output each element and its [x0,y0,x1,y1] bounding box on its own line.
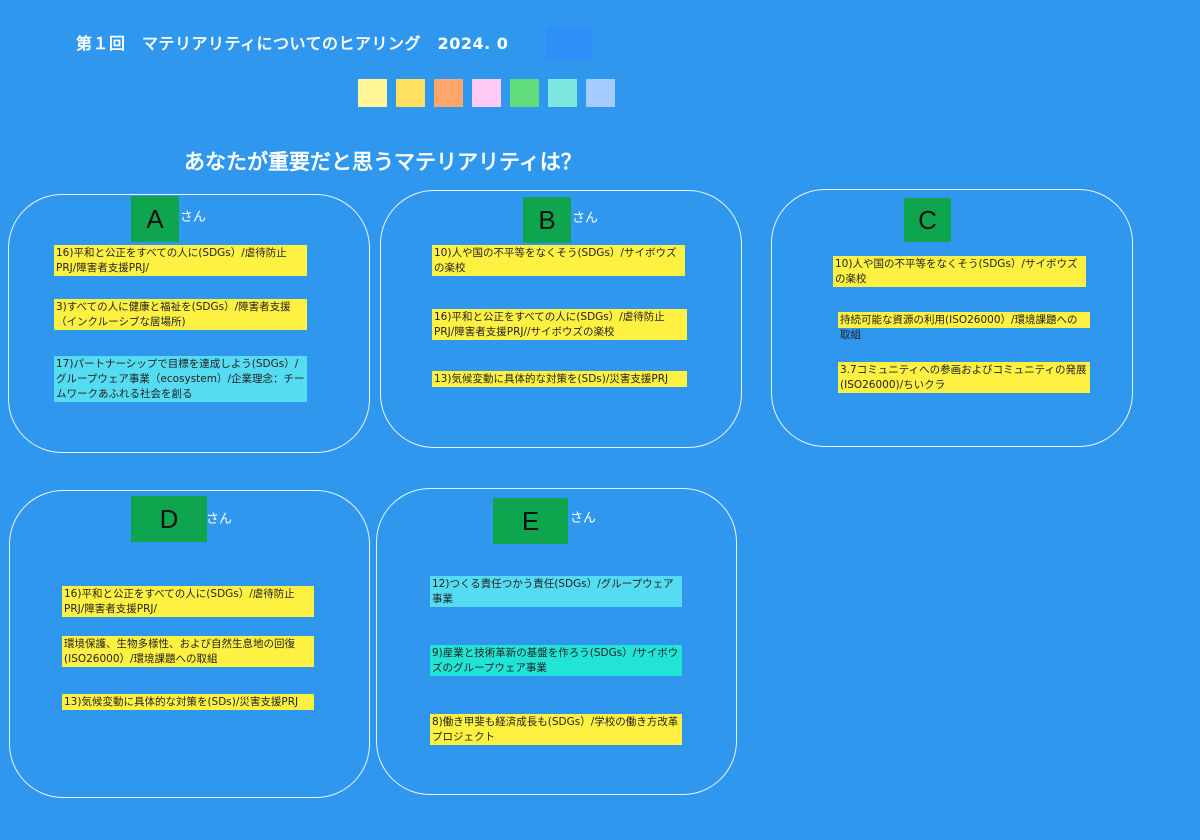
color-swatch-row [358,79,615,107]
swatch-light-blue[interactable] [586,79,615,107]
sticky-note-c-2[interactable]: 持続可能な資源の利用(ISO26000）/環境課題への取組 [838,312,1090,341]
sticky-note-c-1[interactable]: 10)人や国の不平等をなくそう(SDGs）/サイボウズの楽校 [833,256,1086,287]
san-label-d: さん [206,512,233,527]
san-label-a: さん [180,210,207,225]
sticky-note-a-3[interactable]: 17)パートナーシップで目標を達成しよう(SDGs）/グループウェア事業（eco… [54,356,307,402]
sticky-note-a-1[interactable]: 16)平和と公正をすべての人に(SDGs）/虐待防止PRJ/障害者支援PRJ/ [54,245,307,276]
name-badge-a[interactable]: A [131,196,179,242]
name-badge-e[interactable]: E [493,498,568,544]
sticky-note-c-3[interactable]: 3.7コミュニティへの参画およびコミュニティの発展(ISO26000)/ちいクラ [838,362,1090,393]
sticky-note-e-3[interactable]: 8)働き甲斐も経済成長も(SDGs）/学校の働き方改革プロジェクト [430,714,682,745]
sticky-note-a-2[interactable]: 3)すべての人に健康と福祉を(SDGs）/障害者支援（インクルーシブな居場所) [54,299,307,330]
sticky-note-d-3[interactable]: 13)気候変動に具体的な対策を(SDs)/災害支援PRJ [62,694,314,710]
question-heading: あなたが重要だと思うマテリアリティは？ [184,150,582,174]
swatch-orange[interactable] [434,79,463,107]
san-label-e: さん [570,511,597,526]
page-title: 第１回 マテリアリティについてのヒアリング 2024. 0 [76,34,509,53]
redacted-date-block [546,26,592,60]
sticky-note-d-1[interactable]: 16)平和と公正をすべての人に(SDGs）/虐待防止PRJ/障害者支援PRJ/ [62,586,314,617]
san-label-b: さん [572,211,599,226]
sticky-note-b-2[interactable]: 16)平和と公正をすべての人に(SDGs）/虐待防止PRJ/障害者支援PRJ//… [432,309,687,340]
swatch-green[interactable] [510,79,539,107]
name-badge-b[interactable]: B [523,197,571,243]
name-badge-d[interactable]: D [131,496,207,542]
sticky-note-e-1[interactable]: 12)つくる責任つかう責任(SDGs）/グループウェア事業 [430,576,682,607]
sticky-note-e-2[interactable]: 9)産業と技術革新の基盤を作ろう(SDGs）/サイボウズのグループウェア事業 [430,645,682,676]
swatch-light-yellow[interactable] [358,79,387,107]
swatch-mint[interactable] [548,79,577,107]
sticky-note-d-2[interactable]: 環境保護、生物多様性、および自然生息地の回復(ISO26000）/環境課題への取… [62,636,314,667]
swatch-yellow[interactable] [396,79,425,107]
name-badge-c[interactable]: C [904,198,951,242]
swatch-pink[interactable] [472,79,501,107]
sticky-note-b-3[interactable]: 13)気候変動に具体的な対策を(SDs)/災害支援PRJ [432,371,687,387]
sticky-note-b-1[interactable]: 10)人や国の不平等をなくそう(SDGs）/サイボウズの楽校 [432,245,685,276]
